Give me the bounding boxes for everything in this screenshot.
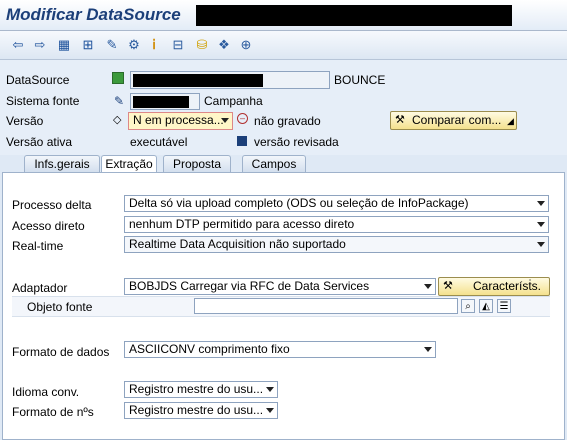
hierarchy-icon[interactable]: ⊞ [80, 37, 96, 53]
adapter-label: Adaptador [12, 281, 68, 295]
conversion-language-select[interactable]: Registro mestre do usu... [124, 381, 278, 398]
chart-icon[interactable]: ◭ [479, 299, 493, 313]
redacted-source-system [133, 96, 189, 108]
chevron-down-icon [221, 118, 229, 123]
datasource-header: DataSource BOUNCE Sistema fonte ✎ Campan… [0, 60, 567, 155]
datasource-label: DataSource [6, 73, 70, 87]
source-system-description: Campanha [204, 94, 263, 108]
tab-fields[interactable]: Campos [242, 155, 306, 172]
chevron-down-icon [266, 408, 274, 413]
activate-icon[interactable]: ⚙ [126, 37, 142, 53]
adapter-value: BOBJDS Carregar via RFC de Data Services [129, 279, 370, 293]
object-icon[interactable]: ❖ [216, 37, 232, 53]
source-object-input[interactable] [194, 298, 458, 314]
active-version-value: executável [130, 135, 188, 149]
delta-process-value: Delta só via upload completo (ODS ou sel… [129, 196, 469, 210]
properties-button-label: Caracterísṫs. [473, 279, 542, 293]
realtime-label: Real-time [12, 239, 64, 253]
datasource-icon [112, 72, 124, 84]
chevron-down-icon [424, 284, 432, 289]
conversion-language-value: Registro mestre do usu... [129, 382, 264, 396]
redacted-title-block [196, 5, 512, 26]
direct-access-label: Acesso direto [12, 219, 85, 233]
source-object-label: Objeto fonte [27, 300, 93, 314]
version-status: não gravado [254, 114, 321, 128]
structure-icon[interactable]: ⊟ [170, 37, 186, 53]
chevron-down-icon [424, 347, 432, 352]
realtime-select[interactable]: Realtime Data Acquisition não suportado [124, 236, 549, 253]
datasource-field[interactable] [130, 71, 330, 89]
adapter-select[interactable]: BOBJDS Carregar via RFC de Data Services [124, 278, 436, 295]
data-format-value: ASCIICONV comprimento fixo [129, 342, 290, 356]
version-select[interactable]: N em processa... [128, 112, 233, 130]
source-system-label: Sistema fonte [6, 94, 80, 108]
source-system-field[interactable] [130, 93, 200, 110]
version-select-value: N em processa... [133, 113, 224, 127]
details-icon[interactable]: ☰ [497, 299, 511, 313]
not-saved-icon: – [237, 113, 248, 124]
window-title: Modificar DataSource [6, 5, 181, 24]
chevron-down-icon [537, 222, 545, 227]
tab-extraction[interactable]: Extração [101, 155, 157, 173]
properties-button[interactable]: ⚒ Caracterísṫs. [438, 277, 550, 296]
active-version-label: Versão ativa [6, 135, 73, 149]
chevron-down-icon [537, 201, 545, 206]
compare-button-label: Comparar com... [412, 113, 502, 127]
application-toolbar: ⇦ ⇨ ▦ ⊞ ✎ ⚙ ⅰ ⊟ ⛁ ❖ ⊕ [0, 31, 567, 60]
delta-process-select[interactable]: Delta só via upload completo (ODS ou sel… [124, 195, 549, 212]
number-format-select[interactable]: Registro mestre do usu... [124, 402, 278, 419]
source-system-icon: ✎ [114, 94, 125, 108]
menu-arrow-icon: ◢ [507, 116, 514, 126]
chevron-down-icon [537, 242, 545, 247]
back-arrow-icon[interactable]: ⇦ [10, 37, 26, 53]
delta-process-label: Processo delta [12, 198, 92, 212]
data-format-select[interactable]: ASCIICONV comprimento fixo [124, 341, 436, 358]
direct-access-select[interactable]: nenhum DTP permitido para acesso direto [124, 216, 549, 233]
chevron-down-icon [266, 387, 274, 392]
tab-proposal[interactable]: Proposta [163, 155, 231, 172]
properties-icon: ⚒ [443, 280, 453, 292]
network-icon[interactable]: ⊕ [238, 37, 254, 53]
number-format-value: Registro mestre do usu... [129, 403, 264, 417]
compare-icon: ⚒ [395, 114, 405, 126]
revised-version-text: versão revisada [254, 135, 339, 149]
version-diamond-icon: ◇ [113, 114, 122, 126]
tab-general-info[interactable]: Infs.gerais [24, 155, 100, 172]
revised-version-icon [237, 136, 247, 146]
edit-pencil-icon[interactable]: ✎ [104, 37, 120, 53]
display-icon[interactable]: ▦ [56, 37, 72, 53]
conversion-language-label: Idioma conv. [12, 385, 80, 399]
version-label: Versão [6, 114, 44, 128]
binoculars-icon[interactable]: ⌕ [461, 299, 475, 313]
extraction-panel: Processo delta Delta só via upload compl… [2, 172, 565, 440]
direct-access-value: nenhum DTP permitido para acesso direto [129, 217, 355, 231]
compare-button[interactable]: ⚒ Comparar com... ◢ [390, 111, 517, 130]
forward-arrow-icon[interactable]: ⇨ [32, 37, 48, 53]
realtime-value: Realtime Data Acquisition não suportado [129, 237, 346, 251]
number-format-label: Formato de nºs [12, 405, 94, 419]
tab-strip: Infs.gerais Extração Proposta Campos [0, 155, 567, 173]
data-format-label: Formato de dados [12, 345, 110, 359]
datasource-suffix: BOUNCE [334, 73, 386, 87]
database-icon[interactable]: ⛁ [194, 37, 210, 53]
info-icon[interactable]: ⅰ [146, 37, 162, 53]
redacted-datasource-name [133, 74, 263, 87]
title-bar: Modificar DataSource [0, 0, 567, 31]
